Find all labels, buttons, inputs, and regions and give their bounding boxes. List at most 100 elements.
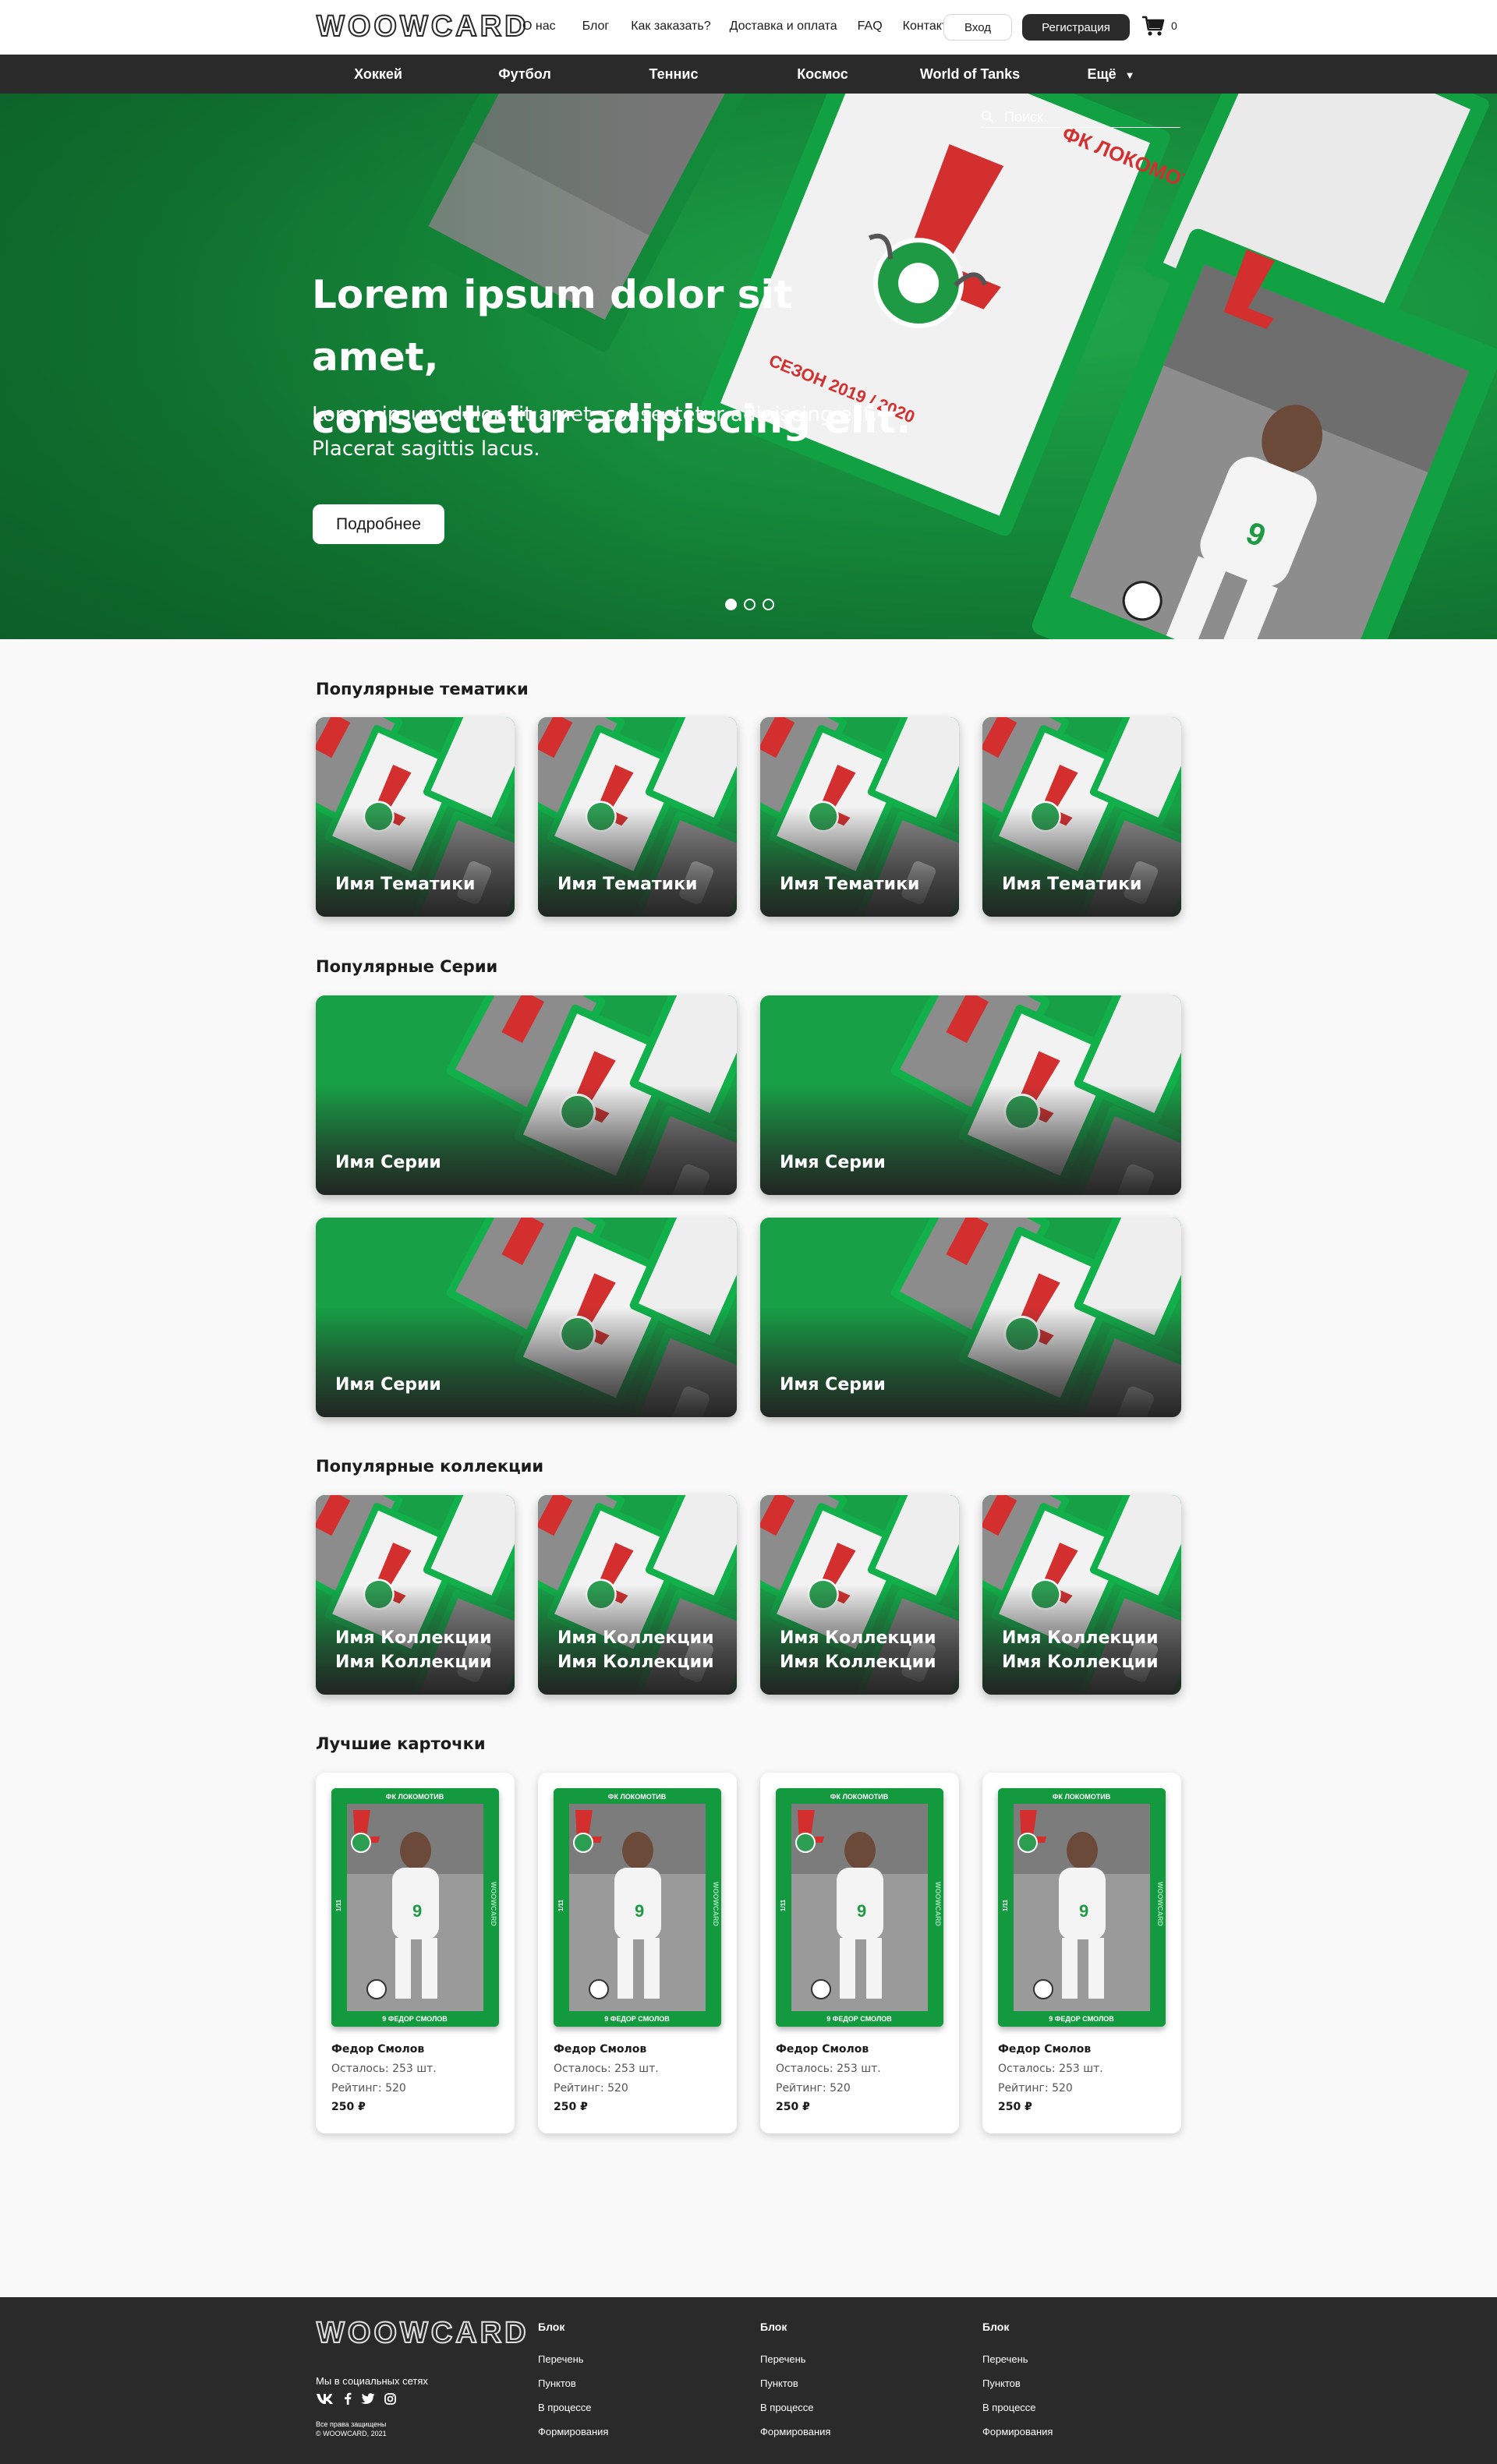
footer-link[interactable]: В процессе (538, 2402, 592, 2413)
product-card[interactable]: 9 ФК ЛОКОМОТИВ 9 ФЕДОР СМОЛОВ 1/11 WOOWC… (760, 1773, 959, 2133)
site-logo[interactable]: WOOWCARD (316, 9, 529, 44)
product-price: 250 ₽ (331, 2101, 366, 2113)
collection-tile-name: Имя Коллекции Имя Коллекции (335, 1626, 492, 1674)
product-card[interactable]: 9 ФК ЛОКОМОТИВ 9 ФЕДОР СМОЛОВ 1/11 WOOWC… (316, 1773, 515, 2133)
theme-tile[interactable]: Имя Тематики (982, 717, 1181, 917)
footer-link[interactable]: Перечень (982, 2353, 1028, 2365)
series-tile[interactable]: Имя Серии (316, 995, 737, 1195)
footer-link[interactable]: Формирования (760, 2426, 830, 2437)
footer-link[interactable]: Пунктов (760, 2377, 798, 2389)
collection-name-line-2: Имя Коллекции (557, 1653, 714, 1672)
category-hockey[interactable]: Хоккей (354, 55, 402, 94)
social-links (316, 2392, 396, 2405)
collection-name-line-1: Имя Коллекции (335, 1628, 492, 1648)
product-name: Федор Смолов (554, 2043, 647, 2056)
footer-link[interactable]: Формирования (538, 2426, 608, 2437)
hero-banner: ФК ЛОКОМОТИВ СЕЗОН 2019 / 2020 9 9 ФЕДОР… (0, 94, 1497, 639)
footer-column-1: Блок Перечень Пунктов В процессе Формиро… (538, 2321, 608, 2437)
series-tile[interactable]: Имя Серии (316, 1218, 737, 1417)
vk-icon[interactable] (316, 2392, 334, 2405)
instagram-icon[interactable] (384, 2392, 396, 2405)
search-icon (982, 111, 994, 123)
collection-tile[interactable]: Имя Коллекции Имя Коллекции (538, 1495, 737, 1695)
collection-name-line-1: Имя Коллекции (1002, 1628, 1159, 1648)
footer-link[interactable]: Формирования (982, 2426, 1053, 2437)
series-tile[interactable]: Имя Серии (760, 995, 1181, 1195)
collection-tile[interactable]: Имя Коллекции Имя Коллекции (982, 1495, 1181, 1695)
series-section-title: Популярные Серии (316, 957, 498, 976)
svg-text:WOOWCARD: WOOWCARD (1156, 1882, 1164, 1926)
register-button[interactable]: Регистрация (1022, 14, 1130, 41)
category-football[interactable]: Футбол (498, 55, 551, 94)
search-input[interactable] (1004, 108, 1176, 126)
product-remaining: Осталось: 253 шт. (998, 2063, 1103, 2075)
svg-text:WOOWCARD: WOOWCARD (712, 1882, 720, 1926)
product-price: 250 ₽ (998, 2101, 1032, 2113)
cart-icon (1142, 16, 1165, 36)
product-name: Федор Смолов (331, 2043, 425, 2056)
theme-tile[interactable]: Имя Тематики (316, 717, 515, 917)
nav-link-how-to-order[interactable]: Как заказать? (631, 19, 710, 34)
nav-link-about[interactable]: О нас (522, 19, 556, 34)
svg-text:1/11: 1/11 (780, 1899, 787, 1911)
product-price: 250 ₽ (554, 2101, 588, 2113)
footer-column-3: Блок Перечень Пунктов В процессе Формиро… (982, 2321, 1053, 2437)
collection-tile[interactable]: Имя Коллекции Имя Коллекции (760, 1495, 959, 1695)
footer-link[interactable]: В процессе (982, 2402, 1036, 2413)
hero-more-button[interactable]: Подробнее (313, 504, 444, 544)
nav-link-delivery[interactable]: Доставка и оплата (730, 19, 837, 34)
hero-title-line-1: Lorem ipsum dolor sit amet, (312, 272, 793, 380)
slider-dot-3[interactable] (763, 599, 774, 610)
slider-dot-1[interactable] (725, 599, 737, 610)
cart-button[interactable]: 0 (1141, 15, 1177, 37)
theme-tile[interactable]: Имя Тематики (538, 717, 737, 917)
collection-name-line-2: Имя Коллекции (335, 1653, 492, 1672)
cart-count: 0 (1171, 19, 1177, 32)
category-more-label: Ещё (1087, 66, 1117, 82)
footer-link[interactable]: Перечень (760, 2353, 806, 2365)
product-card-image: 9 ФК ЛОКОМОТИВ 9 ФЕДОР СМОЛОВ 1/11 WOOWC… (331, 1788, 499, 2027)
slider-dot-2[interactable] (744, 599, 756, 610)
svg-text:9: 9 (412, 1901, 422, 1921)
svg-text:9 ФЕДОР СМОЛОВ: 9 ФЕДОР СМОЛОВ (1049, 2015, 1114, 2023)
series-tile-name: Имя Серии (780, 1153, 886, 1172)
svg-text:ФК ЛОКОМОТИВ: ФК ЛОКОМОТИВ (1053, 1793, 1111, 1801)
footer-link[interactable]: Пунктов (982, 2377, 1021, 2389)
theme-tile-name: Имя Тематики (1002, 875, 1142, 894)
svg-text:WOOWCARD: WOOWCARD (490, 1882, 497, 1926)
product-card[interactable]: 9 ФК ЛОКОМОТИВ 9 ФЕДОР СМОЛОВ 1/11 WOOWC… (538, 1773, 737, 2133)
hero-subtitle-line-2: Placerat sagittis lacus. (312, 437, 540, 461)
player-card-artwork: 9 ФК ЛОКОМОТИВ 9 ФЕДОР СМОЛОВ 1/11 WOOWC… (554, 1788, 721, 2027)
svg-text:9 ФЕДОР СМОЛОВ: 9 ФЕДОР СМОЛОВ (382, 2015, 448, 2023)
theme-tile[interactable]: Имя Тематики (760, 717, 959, 917)
product-card[interactable]: 9 ФК ЛОКОМОТИВ 9 ФЕДОР СМОЛОВ 1/11 WOOWC… (982, 1773, 1181, 2133)
theme-tile-name: Имя Тематики (780, 875, 920, 894)
footer-link[interactable]: В процессе (760, 2402, 814, 2413)
nav-link-faq[interactable]: FAQ (858, 19, 883, 34)
login-button[interactable]: Вход (943, 14, 1012, 41)
twitter-icon[interactable] (361, 2392, 375, 2405)
category-world-of-tanks[interactable]: World of Tanks (920, 55, 1020, 94)
category-more[interactable]: Ещё ▼ (1087, 55, 1134, 94)
category-space[interactable]: Космос (797, 55, 848, 94)
product-rating: Рейтинг: 520 (554, 2082, 628, 2095)
svg-text:1/11: 1/11 (557, 1899, 564, 1911)
product-rating: Рейтинг: 520 (998, 2082, 1073, 2095)
series-tile[interactable]: Имя Серии (760, 1218, 1181, 1417)
product-name: Федор Смолов (776, 2043, 869, 2056)
footer-column-2: Блок Перечень Пунктов В процессе Формиро… (760, 2321, 830, 2437)
product-card-image: 9 ФК ЛОКОМОТИВ 9 ФЕДОР СМОЛОВ 1/11 WOOWC… (998, 1788, 1166, 2027)
category-tennis[interactable]: Теннис (649, 55, 699, 94)
footer-link[interactable]: Перечень (538, 2353, 584, 2365)
footer-logo[interactable]: WOOWCARD (316, 2316, 529, 2350)
hero-subtitle: Lorem ipsum dolor sit amet, consectetur … (312, 398, 904, 466)
category-navigation: Хоккей Футбол Теннис Космос World of Tan… (0, 55, 1497, 94)
footer-link[interactable]: Пунктов (538, 2377, 576, 2389)
facebook-icon[interactable] (344, 2392, 352, 2405)
search-box[interactable] (981, 108, 1180, 128)
series-tile-name: Имя Серии (335, 1153, 441, 1172)
product-remaining: Осталось: 253 шт. (331, 2063, 437, 2075)
collection-name-line-1: Имя Коллекции (557, 1628, 714, 1648)
collection-tile[interactable]: Имя Коллекции Имя Коллекции (316, 1495, 515, 1695)
nav-link-blog[interactable]: Блог (582, 19, 610, 34)
